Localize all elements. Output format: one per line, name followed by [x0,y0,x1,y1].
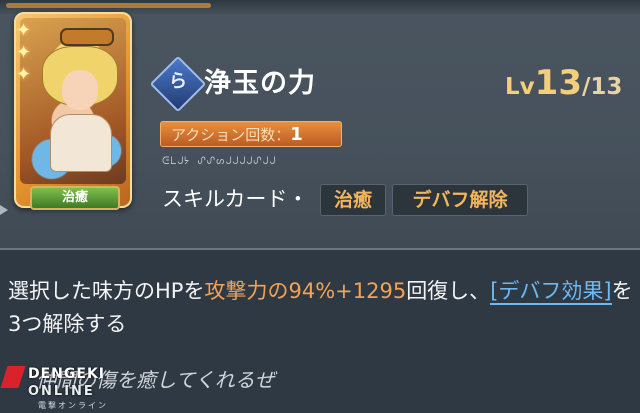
tag-debuff-removal: デバフ解除 [392,184,528,216]
skill-symbol-glyph: ら [169,71,187,92]
watermark-line3: 電撃オンライン [38,401,108,410]
level-max: 13 [590,74,623,100]
portrait-face [62,70,98,110]
card-role-label: 治癒 [30,186,120,210]
level-value: 13 [534,63,582,103]
card-type-label: スキルカード・ [162,187,309,211]
description-text: 回復し、 [406,279,491,303]
portrait-goggles [60,28,114,46]
watermark-logo: DENGEKI ONLINE 電撃オンライン [0,360,130,413]
watermark-line1: DENGEKI [28,366,106,382]
portrait-body [50,114,112,172]
character-card[interactable]: ✦ ✦ ✦ 治癒 [14,12,132,210]
action-count-value: 1 [290,124,303,145]
skill-level: Lv13/13 [505,63,622,109]
action-count-label: アクション回数： [171,126,291,144]
star-icon: ✦ [16,20,32,41]
watermark-mark-icon [0,366,26,388]
star-icon: ✦ [16,42,32,63]
skill-description: 選択した味方のHPを攻撃力の94%+1295回復し、[デバフ効果]を3つ解除する [8,275,636,341]
watermark-line2: ONLINE [28,384,95,399]
debuff-effect-link[interactable]: [デバフ効果] [490,279,612,305]
tag-heal: 治癒 [320,184,386,216]
star-icon: ✦ [16,64,32,85]
description-text: 選択した味方のHPを [8,279,205,303]
rune-text: ᕮᒪᒍᔭ ᔑᔑᔕᒍᒍᒍᒍᔑᒍᒍ [162,156,277,167]
description-highlight: 攻撃力の94%+1295 [204,279,407,303]
rarity-stars: ✦ ✦ ✦ [16,20,42,86]
level-label: Lv [505,74,535,100]
top-strip-accent [6,3,211,8]
selection-pointer-icon [0,205,8,215]
action-count-badge: アクション回数：1 [160,121,342,147]
skill-name: 浄玉の力 [204,68,316,99]
